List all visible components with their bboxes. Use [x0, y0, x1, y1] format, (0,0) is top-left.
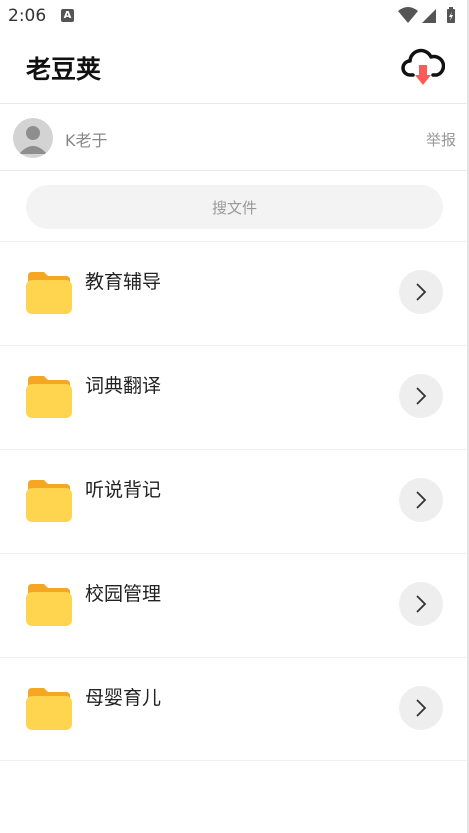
open-folder-button[interactable] [399, 686, 443, 730]
folder-icon [26, 376, 72, 418]
folder-icon [26, 688, 72, 730]
folder-icon [26, 272, 72, 314]
page-title: 老豆荚 [26, 55, 102, 84]
chevron-right-icon [416, 491, 427, 509]
divider [0, 170, 469, 171]
wifi-icon [398, 7, 418, 23]
folder-item[interactable]: 母婴育儿 [0, 657, 469, 761]
status-icons [397, 6, 459, 26]
author-name[interactable]: K老于 [65, 127, 108, 151]
folder-item[interactable]: 校园管理 [0, 553, 469, 657]
folder-label: 听说背记 [85, 479, 162, 501]
folder-label: 词典翻译 [85, 375, 162, 397]
chevron-right-icon [416, 387, 427, 405]
signal-icon [422, 9, 436, 23]
status-time: 2:06 [8, 6, 47, 26]
status-bar: 2:06 A [0, 0, 469, 32]
chevron-right-icon [416, 595, 427, 613]
battery-icon [447, 7, 455, 23]
report-link[interactable]: 举报 [426, 129, 456, 150]
open-folder-button[interactable] [399, 582, 443, 626]
cloud-download-icon [401, 48, 446, 85]
chevron-right-icon [416, 699, 427, 717]
folder-label: 母婴育儿 [85, 687, 162, 709]
cloud-download-button[interactable] [401, 45, 446, 89]
search-input[interactable]: 搜文件 [26, 185, 443, 229]
open-folder-button[interactable] [399, 270, 443, 314]
open-folder-button[interactable] [399, 478, 443, 522]
folder-label: 教育辅导 [85, 271, 162, 293]
folder-icon [26, 584, 72, 626]
chevron-right-icon [416, 283, 427, 301]
folder-label: 校园管理 [85, 583, 162, 605]
folder-item[interactable]: 教育辅导 [0, 241, 469, 345]
folder-list: 教育辅导 词典翻译 听说背记 校园管理 母婴育儿 [0, 241, 469, 761]
folder-icon [26, 480, 72, 522]
folder-item[interactable]: 听说背记 [0, 449, 469, 553]
app-bar: 老豆荚 [0, 32, 469, 102]
folder-item[interactable]: 词典翻译 [0, 345, 469, 449]
avatar[interactable] [13, 118, 53, 158]
search-placeholder: 搜文件 [211, 199, 257, 217]
user-icon [19, 126, 47, 154]
notification-icon: A [61, 9, 74, 22]
open-folder-button[interactable] [399, 374, 443, 418]
author-row: K老于 举报 [0, 104, 469, 170]
